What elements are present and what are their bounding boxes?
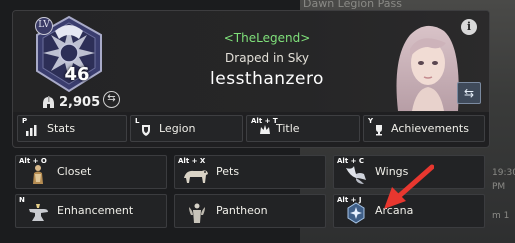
guild-tag: <TheLegend>	[223, 31, 311, 45]
swap-view-button[interactable]: ⇆	[457, 82, 481, 104]
character-name: lessthanzero	[210, 69, 324, 89]
character-level: 46	[64, 64, 90, 85]
level-badge: LV	[35, 17, 53, 35]
enhancement-button[interactable]: N Enhancement	[15, 194, 167, 228]
anvil-icon	[29, 204, 48, 221]
tab-label: Stats	[47, 122, 76, 135]
background-side-text: 19:30	[492, 168, 515, 178]
button-label: Closet	[57, 165, 92, 178]
button-label: Pets	[216, 165, 240, 178]
pet-icon	[184, 170, 208, 183]
legion-shield-icon	[142, 125, 150, 136]
tab-label: Legion	[159, 122, 196, 135]
tab-achievements[interactable]: Y Achievements	[363, 115, 485, 142]
info-button[interactable]: i	[461, 19, 477, 35]
swap-character-icon[interactable]: ⇆	[103, 91, 120, 108]
bar-chart-icon	[26, 125, 37, 136]
button-label: Pantheon	[216, 204, 268, 217]
pets-button[interactable]: Alt + X Pets	[174, 155, 326, 189]
background-banner-text: Dawn Legion Pass	[303, 0, 402, 10]
annotation-arrow-icon	[384, 164, 434, 209]
hotkey-label: L	[135, 117, 140, 125]
background-side-text: m 1	[492, 211, 510, 221]
background-side-text: PM	[492, 182, 506, 192]
pantheon-button[interactable]: Pantheon	[174, 194, 326, 228]
closet-button[interactable]: Alt + O Closet	[15, 155, 167, 189]
character-portrait	[396, 25, 459, 111]
trophy-icon	[376, 125, 382, 136]
tab-legion[interactable]: L Legion	[130, 115, 243, 142]
title-crown-icon	[260, 125, 270, 134]
button-label: Enhancement	[57, 204, 134, 217]
tab-stats[interactable]: P Stats	[17, 115, 127, 142]
hotkey-label: N	[19, 196, 25, 204]
tab-label: Achievements	[391, 122, 469, 135]
character-title: Draped in Sky	[225, 51, 309, 65]
tab-title[interactable]: Alt + T Title	[246, 115, 360, 142]
profile-header: LV 46 2,905 ⇆ <TheLegend> Draped in Sky …	[13, 11, 489, 112]
character-panel: LV 46 2,905 ⇆ <TheLegend> Draped in Sky …	[12, 10, 490, 148]
statue-icon	[189, 203, 205, 223]
wings-icon	[346, 166, 366, 184]
profile-tabs: P Stats L Legion Alt + T Title Y Achieve…	[17, 115, 485, 142]
helmet-icon	[43, 96, 54, 108]
arcana-icon	[347, 202, 365, 224]
tab-label: Title	[276, 122, 300, 135]
combat-power-value: 2,905	[59, 95, 101, 110]
closet-icon	[33, 165, 43, 184]
